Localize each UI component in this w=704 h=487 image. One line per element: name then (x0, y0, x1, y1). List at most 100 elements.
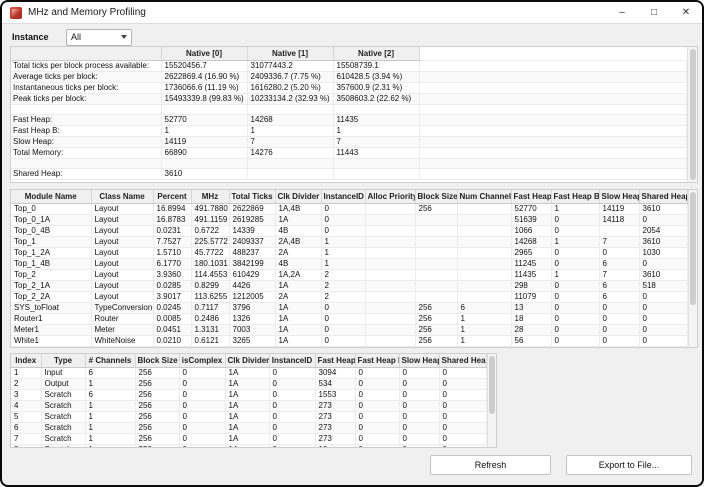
table-cell: 0 (399, 400, 439, 411)
table-cell: 0 (551, 247, 599, 258)
maximize-button[interactable]: □ (638, 2, 670, 23)
table-cell: 1 (161, 125, 247, 136)
refresh-button[interactable]: Refresh (430, 455, 551, 475)
table-row[interactable]: 4Scratch125601A0273000 (11, 400, 486, 411)
table-cell: Layout (91, 225, 153, 236)
table-row[interactable]: Top_0Layout16.8994491.788026228691A,4B02… (11, 203, 687, 214)
column-header: Shared Heap (639, 190, 687, 203)
header-row: Native [0]Native [1]Native [2] (11, 47, 687, 60)
table-cell: 11079 (511, 291, 551, 302)
table-cell: Top_0_4B (11, 225, 91, 236)
table-cell (419, 158, 687, 168)
table-row[interactable]: 7Scratch125601A0273000 (11, 433, 486, 444)
module-vertical-scrollbar[interactable] (688, 190, 698, 347)
table-row[interactable]: Top_1_4BLayout6.1770180.103138421994B111… (11, 258, 687, 269)
table-cell: 11443 (333, 147, 419, 158)
table-cell: 298 (511, 280, 551, 291)
table-row[interactable]: Top_1Layout7.7527225.577224093372A,4B114… (11, 236, 687, 247)
table-cell: 1 (333, 125, 419, 136)
table-row: Fast Heap:527701426811435 (11, 114, 687, 125)
table-cell: 1A (225, 378, 269, 389)
table-cell: 0 (321, 214, 365, 225)
buffer-vertical-scrollbar[interactable] (487, 354, 497, 447)
table-cell: 0 (639, 313, 687, 324)
export-to-file-button[interactable]: Export to File... (566, 455, 692, 475)
table-row: Slow Heap:1411977 (11, 136, 687, 147)
table-cell: Layout (91, 236, 153, 247)
table-cell: 2A (275, 291, 321, 302)
scrollbar-thumb[interactable] (690, 192, 696, 305)
table-cell (457, 214, 511, 225)
table-cell (419, 60, 687, 71)
table-cell: 14276 (247, 147, 333, 158)
table-cell: Output (41, 378, 85, 389)
column-header: Slow Heap (399, 354, 439, 367)
table-row[interactable]: 1Input625601A03094000 (11, 367, 486, 378)
table-cell (457, 291, 511, 302)
table-cell: 2 (321, 291, 365, 302)
table-cell: 0 (321, 313, 365, 324)
table-cell: 1.3131 (191, 324, 229, 335)
table-cell: 0 (639, 291, 687, 302)
table-cell: 0 (439, 411, 486, 422)
table-cell: 1A (275, 313, 321, 324)
minimize-button[interactable]: – (606, 2, 638, 23)
table-cell: 14118 (599, 214, 639, 225)
app-icon (10, 7, 22, 19)
table-row[interactable]: Meter1Meter0.04511.313170031A0256128000 (11, 324, 687, 335)
table-cell: 51639 (511, 214, 551, 225)
table-row[interactable]: Top_0_1ALayout16.8783491.115926192851A05… (11, 214, 687, 225)
table-cell: Layout (91, 269, 153, 280)
table-cell: 6 (85, 389, 135, 400)
table-cell: White1 (11, 335, 91, 346)
column-header: Fast Heap B (551, 190, 599, 203)
table-cell: 13 (511, 302, 551, 313)
table-cell: 0 (599, 313, 639, 324)
table-row[interactable]: Top_2_1ALayout0.02850.829944261A22980651… (11, 280, 687, 291)
table-row[interactable]: Top_1_2ALayout1.571045.77224882372A12965… (11, 247, 687, 258)
table-cell: 0 (599, 324, 639, 335)
table-row[interactable]: SYS_toFloatTypeConversion0.02450.7117379… (11, 302, 687, 313)
title-bar[interactable]: MHz and Memory Profiling – □ ✕ (2, 2, 702, 24)
table-cell: 52770 (161, 114, 247, 125)
table-row[interactable]: 8Scratch125601A018000 (11, 444, 486, 448)
scrollbar-thumb[interactable] (489, 356, 495, 414)
table-cell (415, 236, 457, 247)
summary-vertical-scrollbar[interactable] (687, 47, 697, 182)
table-cell: 14119 (599, 203, 639, 214)
close-button[interactable]: ✕ (670, 2, 702, 23)
table-cell: 1 (85, 411, 135, 422)
table-row[interactable]: 6Scratch125601A0273000 (11, 422, 486, 433)
table-row[interactable]: Top_2Layout3.9360114.45536104291A,2A2114… (11, 269, 687, 280)
instance-dropdown[interactable]: All (66, 29, 132, 46)
table-cell: 1 (85, 444, 135, 448)
table-row[interactable]: Top_0_4BLayout0.02310.6722143394B0106602… (11, 225, 687, 236)
table-cell: 3842199 (229, 258, 275, 269)
table-cell: 6 (85, 367, 135, 378)
table-cell: 18 (511, 313, 551, 324)
table-row[interactable]: 5Scratch125601A0273000 (11, 411, 486, 422)
table-cell: Instantaneous ticks per block: (11, 82, 161, 93)
table-cell (599, 225, 639, 236)
table-cell (365, 269, 415, 280)
column-header: isComplex (179, 354, 225, 367)
table-row[interactable]: Router1Router0.00850.248613261A025611800… (11, 313, 687, 324)
scrollbar-thumb[interactable] (690, 49, 696, 180)
table-cell: Shared Heap: (11, 168, 161, 179)
table-row[interactable]: 2Output125601A0534000 (11, 378, 486, 389)
table-cell: 225.5772 (191, 236, 229, 247)
table-row: Shared Heap:3610 (11, 168, 687, 179)
table-cell: 0 (639, 324, 687, 335)
table-cell: 180.1031 (191, 258, 229, 269)
table-cell: 0 (269, 367, 315, 378)
table-cell: Top_2_1A (11, 280, 91, 291)
table-cell: Scratch (41, 422, 85, 433)
table-cell: Top_2 (11, 269, 91, 280)
table-cell (247, 104, 333, 114)
table-row[interactable]: 3Scratch625601A01553000 (11, 389, 486, 400)
table-cell: 14119 (161, 136, 247, 147)
table-cell: 256 (135, 389, 179, 400)
table-cell (415, 258, 457, 269)
table-row[interactable]: White1WhiteNoise0.02100.612132651A025615… (11, 335, 687, 346)
table-row[interactable]: Top_2_2ALayout3.9017113.625512120052A211… (11, 291, 687, 302)
